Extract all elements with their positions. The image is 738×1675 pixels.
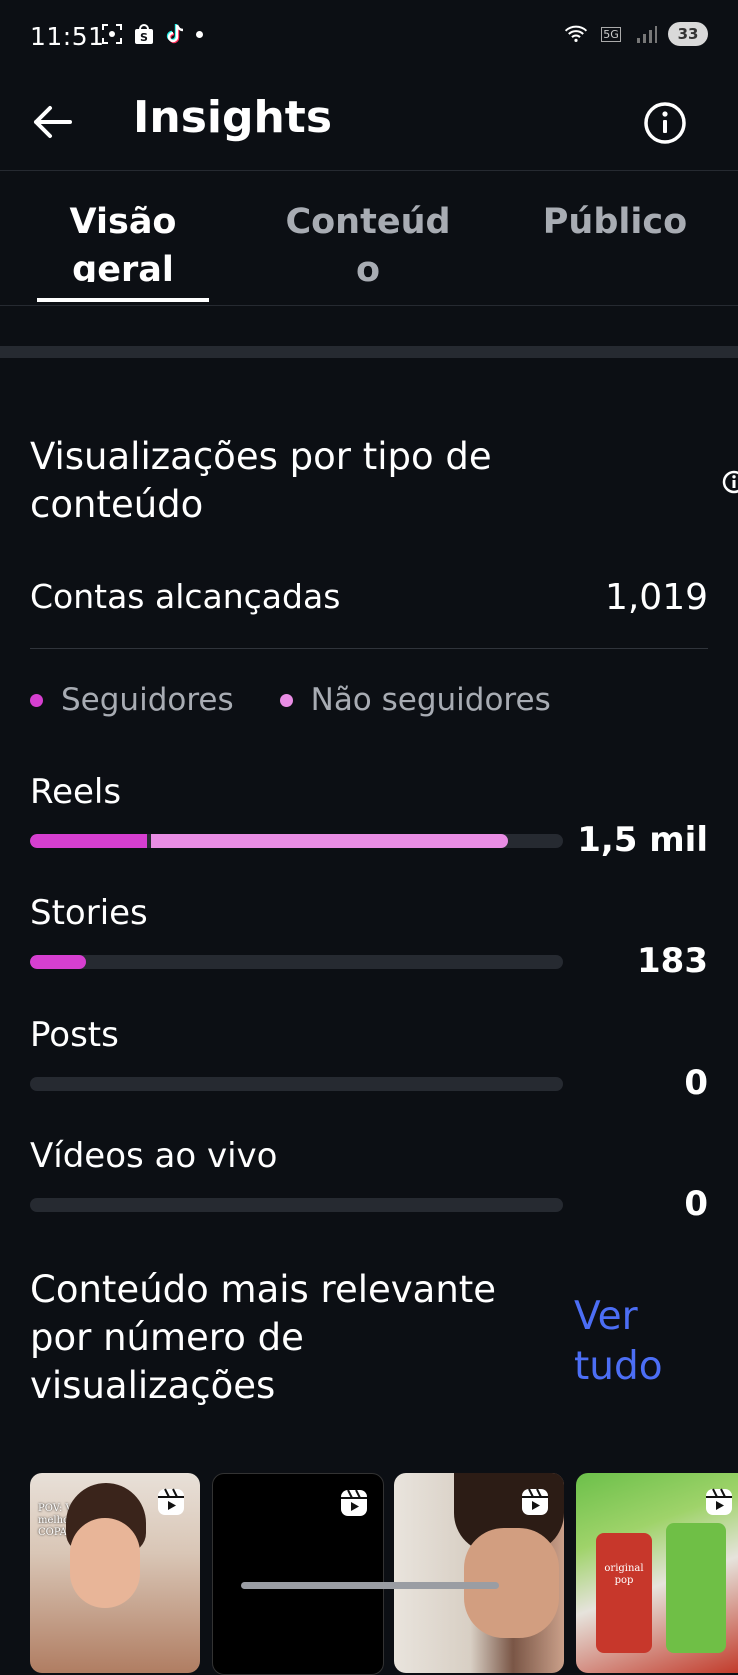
section-divider (0, 346, 738, 358)
metric-bar-live-videos (30, 1198, 563, 1212)
legend-followers-dot (30, 693, 43, 707)
status-notification-icons: S (100, 22, 203, 46)
tiktok-icon (164, 22, 188, 46)
see-all-label: Ver tudo (574, 1294, 663, 1389)
reach-divider (30, 648, 708, 649)
can-shape (666, 1523, 726, 1653)
legend-non-followers-label: Não seguidores (310, 682, 551, 718)
metric-bar-stories (30, 955, 563, 969)
metric-value-stories: 183 (637, 941, 708, 981)
legend-non-followers: Não seguidores (279, 682, 551, 718)
bar-non-followers-reels (151, 834, 508, 848)
tab-content-label-1: Conteúd (285, 202, 451, 242)
shop-icon: S (132, 22, 156, 46)
tab-overview-label-1: Visão (69, 202, 177, 242)
bar-followers-stories (30, 955, 86, 969)
chart-legend: Seguidores Não seguidores (30, 682, 597, 718)
thumbnail-caption: original pop (604, 1563, 644, 1586)
info-icon (644, 102, 686, 144)
page-title: Insights (133, 92, 333, 143)
more-notifications-dot (196, 30, 203, 38)
back-arrow-icon (34, 106, 72, 138)
views-section-title: Visualizações por tipo de conteúdo (30, 435, 492, 526)
active-tab-indicator (37, 298, 209, 302)
bar-followers-reels (30, 834, 147, 848)
home-indicator[interactable] (241, 1582, 499, 1589)
metric-bar-reels (30, 834, 563, 848)
metric-value-posts: 0 (684, 1063, 708, 1103)
metric-label-reels: Reels (30, 772, 122, 812)
info-button[interactable] (642, 100, 688, 146)
metric-label-posts: Posts (30, 1015, 119, 1055)
network-5g-icon: 5G (598, 22, 624, 46)
legend-followers: Seguidores (30, 682, 234, 718)
tab-content-label-2: o (355, 250, 381, 290)
content-thumbnail-4[interactable]: original pop (576, 1473, 738, 1673)
status-system-icons: 5G 33 (564, 22, 708, 46)
legend-non-followers-dot (279, 693, 293, 707)
info-icon (722, 470, 738, 494)
reels-icon (522, 1488, 548, 1515)
metric-value-live-videos: 0 (684, 1184, 708, 1224)
face-shape (70, 1518, 140, 1608)
header-divider (0, 170, 738, 171)
reels-icon (706, 1488, 732, 1515)
metric-bar-posts (30, 1077, 563, 1091)
svg-text:S: S (140, 31, 148, 44)
tab-audience-label: Público (542, 202, 688, 242)
reels-icon (341, 1489, 367, 1516)
metric-value-reels: 1,5 mil (577, 820, 708, 860)
section-info-button[interactable] (722, 470, 738, 494)
screenshot-icon (100, 22, 124, 46)
metric-label-live-videos: Vídeos ao vivo (30, 1136, 278, 1176)
can-shape (596, 1533, 652, 1653)
see-all-link[interactable]: Ver tudo (574, 1292, 684, 1392)
reach-value: 1,019 (604, 577, 708, 618)
relevant-section-title: Conteúdo mais relevante por número de vi… (30, 1268, 497, 1407)
tabs-divider (0, 305, 738, 306)
reach-label: Contas alcançadas (30, 577, 341, 616)
network-label: 5G (601, 26, 621, 42)
tab-overview[interactable]: Visão geral (37, 198, 209, 282)
battery-indicator: 33 (668, 22, 708, 46)
signal-icon (634, 22, 658, 46)
content-thumbnail-3[interactable] (394, 1473, 564, 1673)
reels-icon (158, 1488, 184, 1515)
content-thumbnail-2[interactable] (212, 1473, 384, 1675)
tab-content[interactable]: Conteúd o (278, 198, 458, 294)
wifi-icon (564, 22, 588, 46)
content-thumbnail-1[interactable]: POV: Vc sabe do melhor pra assistir a CO… (30, 1473, 200, 1673)
back-button[interactable] (28, 98, 76, 146)
metric-label-stories: Stories (30, 893, 148, 933)
tab-overview-label-2: geral (72, 250, 174, 282)
tab-audience[interactable]: Público (535, 198, 695, 246)
status-time: 11:51 (30, 22, 105, 51)
legend-followers-label: Seguidores (61, 682, 234, 718)
